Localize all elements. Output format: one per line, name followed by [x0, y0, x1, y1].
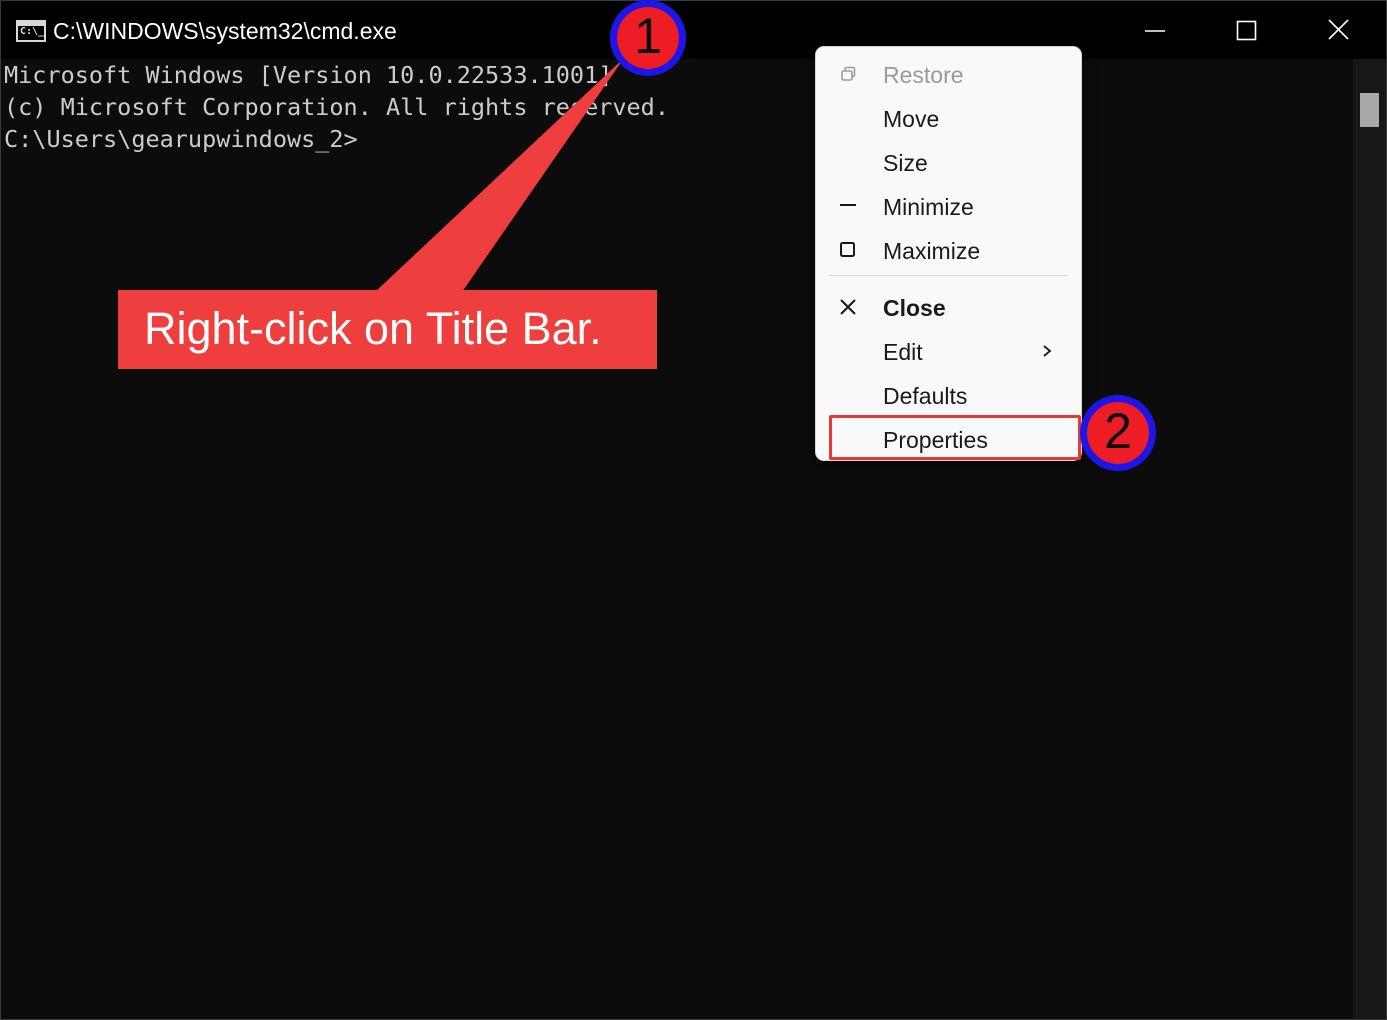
menu-item-edit[interactable]: Edit — [816, 329, 1081, 373]
menu-item-label: Restore — [883, 62, 964, 88]
menu-item-size[interactable]: Size — [816, 140, 1081, 184]
menu-item-label: Close — [883, 295, 946, 321]
callout-label: Right-click on Title Bar. — [118, 290, 657, 369]
menu-item-label: Minimize — [883, 194, 974, 220]
window-title: C:\WINDOWS\system32\cmd.exe — [53, 18, 397, 44]
minimize-icon — [840, 204, 856, 206]
menu-item-move[interactable]: Move — [816, 96, 1081, 140]
restore-icon — [841, 66, 856, 81]
system-context-menu: Restore Move Size Minimize Maximize Clos… — [815, 46, 1082, 461]
console-line: Microsoft Windows [Version 10.0.22533.10… — [4, 61, 613, 89]
step-badge-inner: 2 — [1087, 402, 1149, 464]
minimize-button[interactable] — [1109, 1, 1201, 59]
menu-item-close[interactable]: Close — [816, 285, 1081, 329]
menu-separator — [829, 275, 1068, 276]
console-output[interactable]: Microsoft Windows [Version 10.0.22533.10… — [4, 59, 669, 155]
menu-item-defaults[interactable]: Defaults — [816, 373, 1081, 417]
maximize-icon — [840, 242, 855, 257]
vertical-scrollbar[interactable] — [1353, 59, 1386, 1019]
menu-item-label: Maximize — [883, 238, 981, 264]
menu-item-minimize[interactable]: Minimize — [816, 184, 1081, 228]
step-badge-number: 2 — [1104, 403, 1132, 459]
cmd-window: C:\_ C:\WINDOWS\system32\cmd.exe Microso… — [0, 0, 1387, 1020]
menu-item-label: Defaults — [883, 383, 968, 409]
close-button[interactable] — [1293, 1, 1385, 59]
title-bar[interactable]: C:\_ C:\WINDOWS\system32\cmd.exe — [1, 1, 1386, 59]
step-2-badge: 2 — [1080, 395, 1156, 471]
scrollbar-thumb[interactable] — [1360, 93, 1379, 127]
menu-item-label: Size — [883, 150, 928, 176]
maximize-button[interactable] — [1201, 1, 1293, 59]
menu-item-label: Edit — [883, 339, 923, 365]
maximize-icon — [1236, 20, 1257, 41]
console-prompt: C:\Users\gearupwindows_2> — [4, 125, 358, 153]
close-icon — [840, 299, 856, 315]
menu-item-maximize[interactable]: Maximize — [816, 228, 1081, 272]
minimize-icon — [1145, 30, 1165, 32]
cmd-app-icon-glyph: C:\_ — [20, 26, 45, 37]
console-line: (c) Microsoft Corporation. All rights re… — [4, 93, 669, 121]
callout-text: Right-click on Title Bar. — [144, 303, 602, 354]
close-icon — [1328, 19, 1349, 40]
properties-highlight-box — [829, 415, 1081, 460]
step-badge-inner: 1 — [617, 7, 679, 69]
cmd-app-icon[interactable]: C:\_ — [16, 20, 46, 42]
menu-item-restore[interactable]: Restore — [816, 52, 1081, 96]
step-1-badge: 1 — [610, 0, 686, 76]
step-badge-number: 1 — [634, 8, 662, 64]
chevron-right-icon — [1043, 345, 1052, 357]
menu-item-label: Move — [883, 106, 940, 132]
